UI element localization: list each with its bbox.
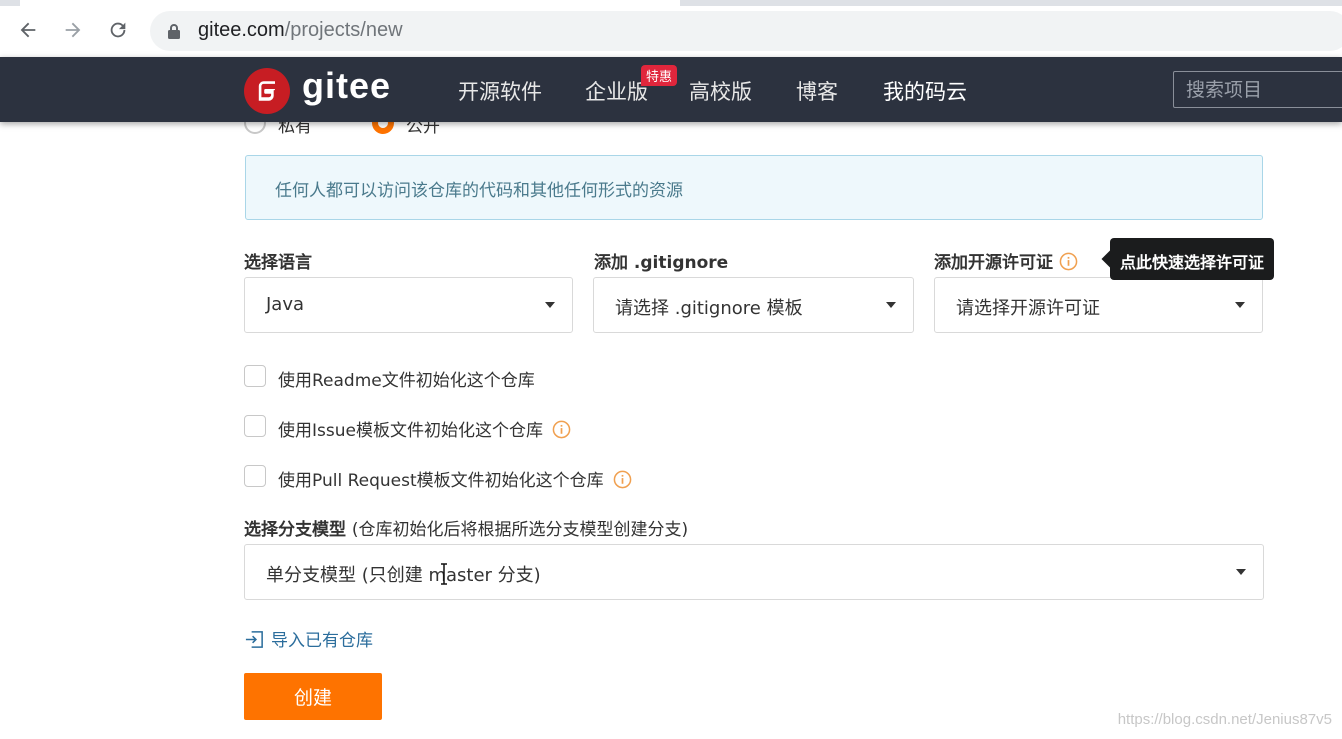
branch-model-select[interactable]: 单分支模型 (只创建 master 分支) — [244, 544, 1264, 600]
url-host: gitee.com — [198, 19, 285, 41]
license-label: 添加开源许可证 — [934, 253, 1053, 273]
address-bar[interactable]: gitee.com/projects/new — [150, 11, 1342, 51]
nav-blog[interactable]: 博客 — [796, 76, 838, 106]
forward-icon[interactable] — [57, 14, 89, 46]
nav-enterprise[interactable]: 企业版 — [585, 76, 648, 106]
nav-university[interactable]: 高校版 — [689, 76, 752, 106]
text-cursor-icon — [441, 563, 447, 585]
branch-model-label-wrap: 选择分支模型 (仓库初始化后将根据所选分支模型创建分支) — [244, 515, 688, 540]
watermark: https://blog.csdn.net/Jenius87v5 — [1117, 711, 1332, 728]
gitignore-value: 请选择 .gitignore 模板 — [615, 298, 803, 319]
reload-icon[interactable] — [102, 14, 134, 46]
browser-toolbar: gitee.com/projects/new — [0, 0, 1342, 57]
nav-open-source[interactable]: 开源软件 — [458, 76, 542, 106]
gitignore-select[interactable]: 请选择 .gitignore 模板 — [593, 277, 914, 333]
nav-my-gitee[interactable]: 我的码云 — [883, 76, 967, 106]
readme-checkbox-label: 使用Readme文件初始化这个仓库 — [278, 371, 535, 391]
pr-template-label-text: 使用Pull Request模板文件初始化这个仓库 — [278, 471, 604, 491]
readme-checkbox[interactable] — [244, 365, 266, 387]
visibility-info-box: 任何人都可以访问该仓库的代码和其他任何形式的资源 — [245, 155, 1263, 220]
gitignore-label: 添加 .gitignore — [594, 253, 729, 273]
caret-down-icon — [1236, 569, 1246, 575]
visibility-info-text: 任何人都可以访问该仓库的代码和其他任何形式的资源 — [275, 181, 683, 201]
branch-model-hint: (仓库初始化后将根据所选分支模型创建分支) — [351, 520, 689, 540]
issue-template-checkbox-label: 使用Issue模板文件初始化这个仓库 — [278, 416, 571, 441]
tab-strip — [0, 0, 1342, 6]
search-input[interactable] — [1174, 72, 1342, 107]
logo-text[interactable]: gitee — [302, 65, 391, 107]
back-icon[interactable] — [12, 14, 44, 46]
license-value: 请选择开源许可证 — [956, 298, 1100, 319]
language-value: Java — [266, 294, 305, 315]
info-icon[interactable] — [613, 470, 632, 489]
issue-template-checkbox[interactable] — [244, 415, 266, 437]
promo-badge: 特惠 — [641, 65, 678, 86]
caret-down-icon — [545, 302, 555, 308]
info-icon[interactable] — [552, 420, 571, 439]
pr-template-checkbox-label: 使用Pull Request模板文件初始化这个仓库 — [278, 466, 632, 491]
caret-down-icon — [886, 302, 896, 308]
issue-template-label-text: 使用Issue模板文件初始化这个仓库 — [278, 421, 543, 441]
gitee-logo-icon[interactable] — [244, 68, 290, 114]
language-label: 选择语言 — [244, 253, 312, 273]
lock-icon — [168, 24, 180, 39]
branch-model-value: 单分支模型 (只创建 master 分支) — [266, 565, 541, 586]
create-button[interactable]: 创建 — [244, 673, 382, 720]
url-text: gitee.com/projects/new — [198, 19, 403, 42]
language-select[interactable]: Java — [244, 277, 573, 333]
license-select[interactable]: 请选择开源许可证 — [934, 277, 1263, 333]
import-repo-label: 导入已有仓库 — [271, 631, 373, 651]
license-label-wrap: 添加开源许可证 — [934, 248, 1078, 273]
url-path: /projects/new — [284, 19, 403, 41]
caret-down-icon — [1235, 302, 1245, 308]
active-tab[interactable] — [20, 0, 680, 6]
branch-model-label: 选择分支模型 — [244, 520, 346, 540]
license-tooltip: 点此快速选择许可证 — [1110, 238, 1275, 280]
search-box[interactable] — [1173, 71, 1342, 108]
import-repo-link[interactable]: 导入已有仓库 — [244, 626, 373, 651]
info-icon[interactable] — [1059, 252, 1078, 271]
import-icon — [245, 631, 263, 648]
pr-template-checkbox[interactable] — [244, 465, 266, 487]
